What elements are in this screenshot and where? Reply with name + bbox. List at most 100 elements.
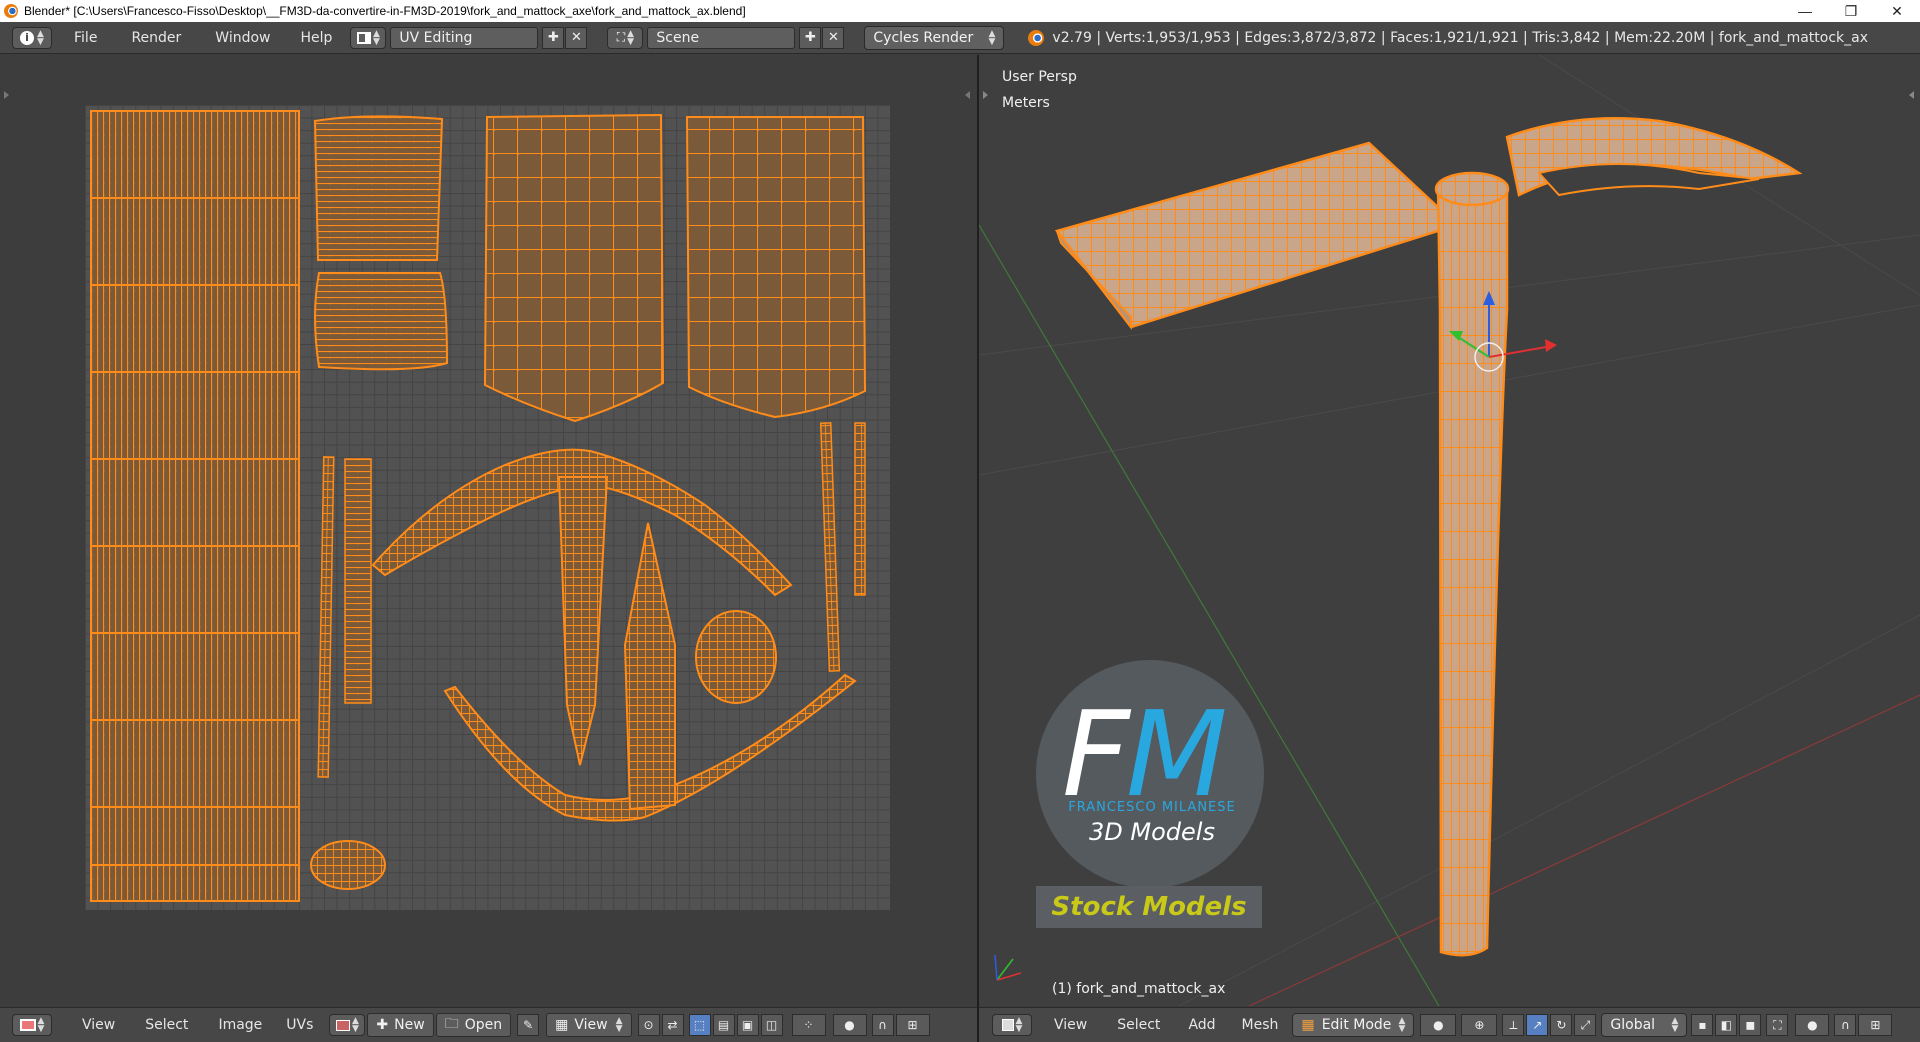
pivot-dropdown[interactable]: ⊙: [637, 1014, 660, 1036]
scene-field[interactable]: Scene: [647, 26, 796, 49]
sticky-selection-dropdown[interactable]: ⁘: [791, 1014, 826, 1036]
updown-arrows-icon: ▲ ▼: [615, 1016, 623, 1034]
region-toggle-left-icon[interactable]: [4, 91, 9, 99]
minimize-button[interactable]: —: [1782, 0, 1828, 22]
limit-selection-button[interactable]: ⛶: [1766, 1014, 1789, 1036]
updown-arrows-icon: ▲ ▼: [1398, 1016, 1406, 1034]
uv-menu-view[interactable]: View: [70, 1017, 127, 1033]
edge-select-icon: ▤: [717, 1018, 730, 1032]
rotate-manipulator-button[interactable]: ↻: [1550, 1014, 1573, 1036]
region-toggle-right-icon[interactable]: [965, 91, 970, 99]
render-engine-dropdown[interactable]: Cycles Render ▲ ▼: [864, 25, 1005, 50]
scene-icon: ⛶: [616, 30, 626, 44]
snap-element-dropdown[interactable]: ⊞: [1858, 1014, 1893, 1036]
vertex-select-icon: ▪: [1698, 1018, 1707, 1032]
3d-menu-select[interactable]: Select: [1105, 1017, 1172, 1033]
transform-orientation-dropdown[interactable]: Global ▲ ▼: [1601, 1013, 1688, 1037]
blender-app-icon: [4, 4, 18, 18]
logo-name: FRANCESCO MILANESE: [1068, 800, 1236, 815]
updown-arrows-icon: ▲ ▼: [988, 28, 996, 47]
logo-banner: Stock Models: [1036, 886, 1262, 928]
editor-type-info-button[interactable]: i ▲ ▼: [12, 26, 52, 49]
uv-view-mode-dropdown[interactable]: ▦ View ▲ ▼: [546, 1013, 632, 1037]
active-object-label: (1) fork_and_mattock_ax: [1052, 981, 1226, 997]
face-select-icon: ◼: [1745, 1018, 1756, 1032]
island-select-button[interactable]: ◫: [760, 1014, 783, 1036]
occlude-icon: ⛶: [1773, 1017, 1782, 1032]
delete-screen-button[interactable]: ✕: [565, 26, 588, 49]
sync-selection-button[interactable]: ⇄: [661, 1014, 684, 1036]
axis-orientation-icon: [994, 954, 1022, 981]
add-scene-button[interactable]: ✚: [799, 26, 822, 49]
edit-mode-icon: ▦: [1301, 1017, 1315, 1033]
edge-select-button[interactable]: ▤: [712, 1014, 735, 1036]
magnet-icon: ∩: [1841, 1018, 1850, 1032]
scene-browse-button[interactable]: ⛶ ▲ ▼: [607, 26, 644, 49]
uv-editor-header: ▲ ▼ View Select Image UVs ▲ ▼ ✚ New 🗀 Open ✎…: [0, 1007, 977, 1042]
image-browse-button[interactable]: ▲ ▼: [329, 1014, 366, 1036]
face-select-button[interactable]: ◼: [1739, 1014, 1762, 1036]
rotate-icon: ↻: [1556, 1018, 1567, 1032]
menu-window[interactable]: Window: [203, 30, 282, 46]
info-header: i ▲ ▼ File Render Window Help ▲ ▼ UV Editi…: [0, 22, 1920, 54]
sync-icon: ⇄: [667, 1018, 678, 1032]
close-button[interactable]: ✕: [1874, 0, 1920, 22]
uv-menu-uvs[interactable]: UVs: [274, 1017, 325, 1033]
pivot-icon: ⊙: [643, 1018, 654, 1032]
cube-icon: [1001, 1019, 1014, 1031]
pin-icon: ✎: [523, 1018, 534, 1032]
viewport-shading-dropdown[interactable]: ●: [1420, 1014, 1457, 1036]
pivot-icon: ⊕: [1474, 1018, 1485, 1032]
island-select-icon: ◫: [765, 1018, 778, 1032]
uv-image-editor[interactable]: [0, 55, 977, 1006]
proportional-edit-dropdown[interactable]: ●: [1795, 1014, 1830, 1036]
new-image-button[interactable]: ✚ New: [367, 1013, 434, 1037]
info-icon: i: [20, 30, 35, 45]
layout-grid-icon: [356, 31, 371, 44]
edge-select-button[interactable]: ◧: [1715, 1014, 1738, 1036]
pin-image-button[interactable]: ✎: [517, 1014, 540, 1036]
face-select-button[interactable]: ▣: [736, 1014, 759, 1036]
menu-help[interactable]: Help: [288, 30, 344, 46]
snap-increment-icon: ⊞: [907, 1018, 918, 1032]
open-image-button[interactable]: 🗀 Open: [435, 1013, 512, 1037]
uv-texture-canvas[interactable]: [85, 105, 890, 910]
snap-toggle-button[interactable]: ∩: [871, 1014, 894, 1036]
uv-menu-select[interactable]: Select: [133, 1017, 200, 1033]
pivot-point-dropdown[interactable]: ⊕: [1461, 1014, 1498, 1036]
window-title: Blender* [C:\Users\Francesco-Fisso\Deskt…: [24, 4, 746, 18]
3d-menu-mesh[interactable]: Mesh: [1230, 1017, 1291, 1033]
open-image-label: Open: [464, 1017, 503, 1033]
updown-arrows-icon: ▲ ▼: [627, 28, 635, 47]
snap-toggle-button[interactable]: ∩: [1834, 1014, 1857, 1036]
proportional-icon: ●: [1807, 1018, 1818, 1032]
x-axis-arrow-icon[interactable]: [1545, 339, 1557, 352]
vertex-select-icon: ⬚: [693, 1018, 706, 1032]
3d-menu-add[interactable]: Add: [1176, 1017, 1227, 1033]
manipulator-toggle-button[interactable]: ⟂: [1502, 1014, 1525, 1036]
snap-element-dropdown[interactable]: ⊞: [895, 1014, 930, 1036]
add-screen-button[interactable]: ✚: [542, 26, 565, 49]
snap-increment-icon: ⊞: [1870, 1018, 1881, 1032]
vertex-select-button[interactable]: ⬚: [688, 1014, 711, 1036]
screen-layout-field[interactable]: UV Editing: [390, 26, 539, 49]
vertex-select-button[interactable]: ▪: [1691, 1014, 1714, 1036]
menu-render[interactable]: Render: [119, 30, 193, 46]
editor-type-uv-button[interactable]: ▲ ▼: [12, 1014, 52, 1036]
uv-menu-image[interactable]: Image: [206, 1017, 274, 1033]
updown-arrows-icon: ▲ ▼: [372, 28, 380, 47]
screen-layout-browse-button[interactable]: ▲ ▼: [350, 26, 387, 49]
3d-menu-view[interactable]: View: [1042, 1017, 1099, 1033]
updown-arrows-icon: ▲ ▼: [37, 1016, 45, 1034]
edge-select-icon: ◧: [1720, 1018, 1733, 1032]
face-select-icon: ▣: [741, 1018, 754, 1032]
scale-manipulator-button[interactable]: ⤢: [1574, 1014, 1597, 1036]
menu-file[interactable]: File: [62, 30, 109, 46]
proportional-edit-dropdown[interactable]: ●: [832, 1014, 867, 1036]
restore-button[interactable]: ❐: [1828, 0, 1874, 22]
translate-manipulator-button[interactable]: ↗: [1526, 1014, 1549, 1036]
interaction-mode-dropdown[interactable]: ▦ Edit Mode ▲ ▼: [1292, 1013, 1415, 1037]
delete-scene-button[interactable]: ✕: [822, 26, 845, 49]
view-mode-icon: ▦: [555, 1017, 569, 1033]
editor-type-3dview-button[interactable]: ▲ ▼: [992, 1014, 1032, 1036]
